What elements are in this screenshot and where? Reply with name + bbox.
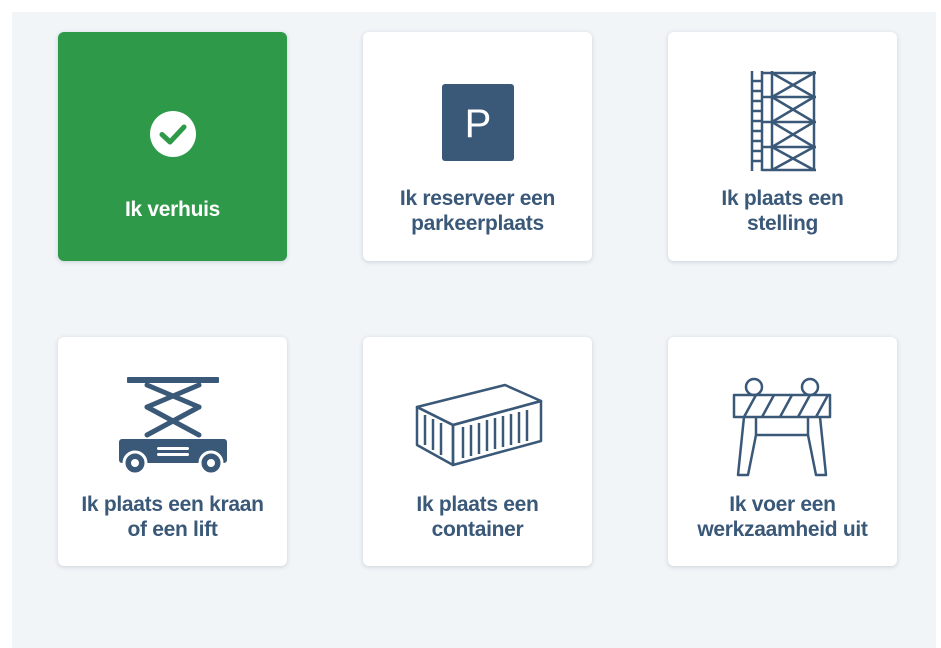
option-label: Ik verhuis [124,198,221,221]
parking-icon: P [442,84,514,161]
option-label: Ik plaats een stelling [721,187,844,235]
option-card-werkzaamheid[interactable]: Ik voer een werkzaamheid uit [668,337,897,566]
container-icon [415,383,543,467]
parking-icon-letter: P [465,102,492,146]
road-barrier-icon [732,377,832,477]
option-label: Ik plaats een container [416,493,539,541]
option-card-container[interactable]: Ik plaats een container [363,337,592,566]
option-card-parkeerplaats[interactable]: P Ik reserveer een parkeerplaats [363,32,592,261]
scaffolding-icon [750,71,816,172]
option-card-verhuis[interactable]: Ik verhuis [58,32,287,261]
option-label: Ik reserveer een parkeerplaats [399,187,556,235]
check-circle-icon [150,111,196,157]
scissor-lift-icon [119,377,227,476]
option-card-stelling[interactable]: Ik plaats een stelling [668,32,897,261]
option-label: Ik voer een werkzaamheid uit [697,493,868,541]
option-label: Ik plaats een kraan of een lift [81,493,264,541]
option-card-kraan-lift[interactable]: Ik plaats een kraan of een lift [58,337,287,566]
options-panel: Ik verhuis P Ik reserveer een parkeerpla… [12,12,936,648]
